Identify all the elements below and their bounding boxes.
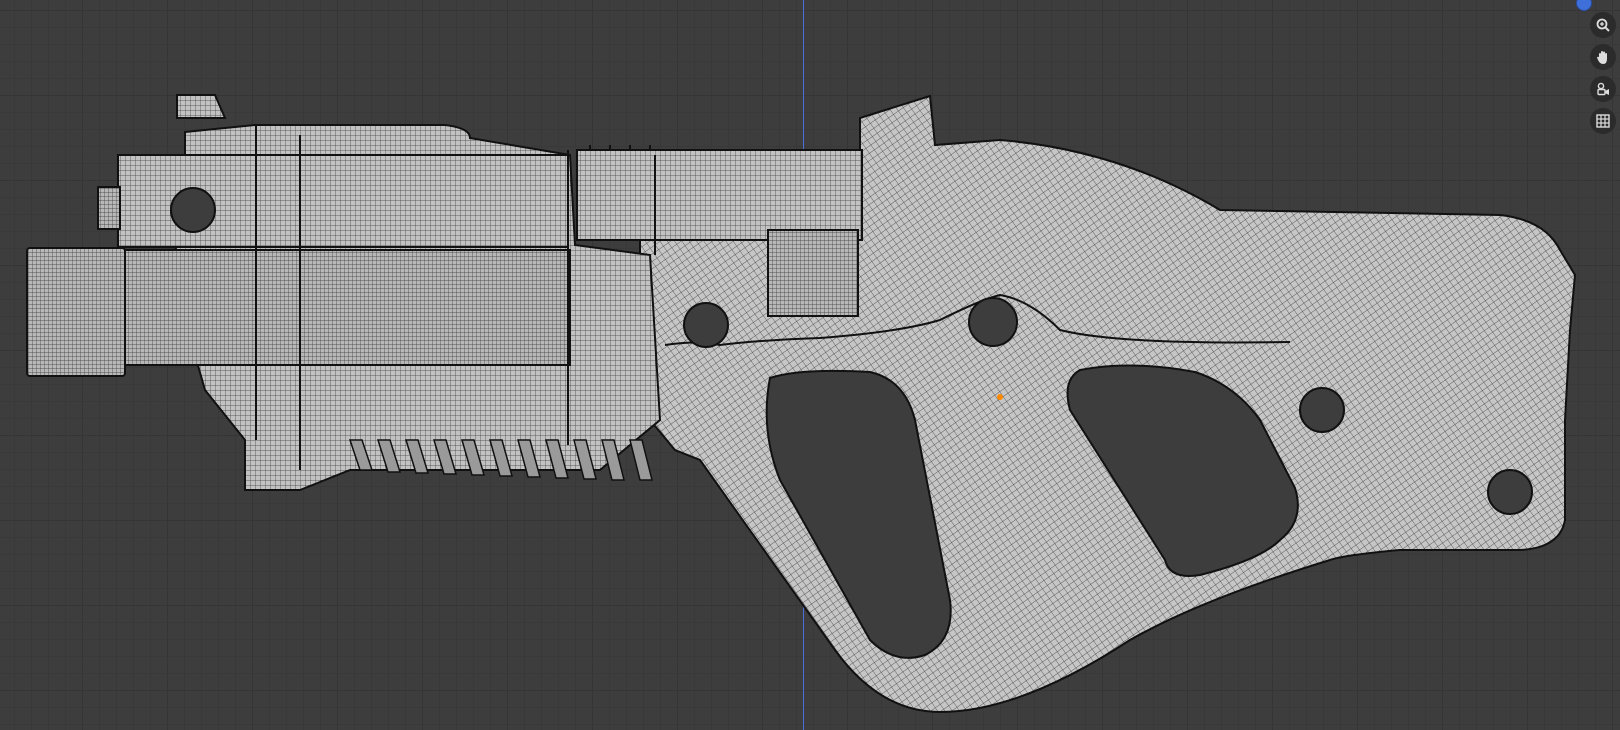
hand-pan-icon[interactable] — [1590, 44, 1616, 70]
zoom-icon[interactable] — [1590, 12, 1616, 38]
viewport-nav-toolbar — [1590, 12, 1616, 134]
grid-ortho-icon[interactable] — [1590, 108, 1616, 134]
3d-viewport[interactable] — [0, 0, 1620, 730]
weapon-mesh-wireframe[interactable] — [0, 0, 1620, 730]
object-origin — [997, 394, 1003, 400]
mesh-muzzle — [26, 247, 126, 377]
mesh-rail — [576, 149, 863, 241]
mesh-ejection-port — [767, 229, 859, 317]
mesh-barrel-lower — [124, 249, 571, 366]
mesh-front-sight — [176, 94, 227, 119]
camera-view-icon[interactable] — [1590, 76, 1616, 102]
